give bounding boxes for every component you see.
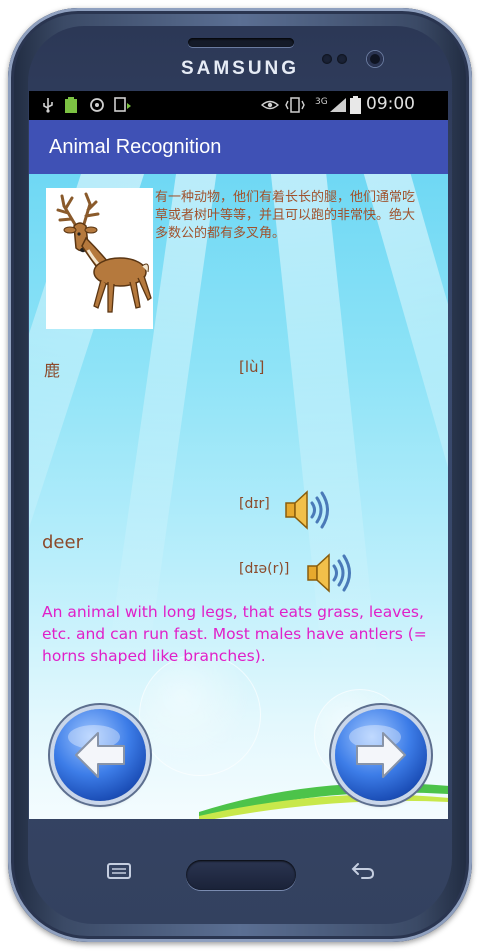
phonetic-uk: [dɪə(r)] xyxy=(239,561,290,577)
next-animal-button[interactable] xyxy=(335,709,427,801)
front-camera-icon xyxy=(367,51,383,67)
screen: 3G 09:00 Animal Recognition 有一种动物，他们有着长长… xyxy=(29,91,448,819)
download-icon xyxy=(114,97,131,112)
eye-icon xyxy=(261,100,279,110)
app-title: Animal Recognition xyxy=(49,136,222,158)
play-us-pronunciation-button[interactable] xyxy=(283,487,331,537)
usb-icon xyxy=(43,98,53,113)
english-word: deer xyxy=(42,532,83,553)
signal-icon xyxy=(330,98,346,112)
app-bar: Animal Recognition xyxy=(29,120,448,174)
home-button[interactable] xyxy=(186,860,296,890)
status-bar: 3G 09:00 xyxy=(29,91,448,120)
light-sensor xyxy=(337,54,347,64)
pinyin-label: [lù] xyxy=(239,358,265,376)
menu-key-icon[interactable] xyxy=(106,862,132,885)
chinese-description: 有一种动物，他们有着长长的腿，他们通常吃草或者树叶等等，并且可以跑的非常快。绝大… xyxy=(155,190,416,241)
status-time: 09:00 xyxy=(366,94,415,114)
arrow-right-icon xyxy=(349,725,406,778)
play-uk-pronunciation-button[interactable] xyxy=(305,550,353,600)
speaker-icon xyxy=(285,490,329,530)
device-brand: SAMSUNG xyxy=(180,58,300,79)
battery-charging-icon xyxy=(65,97,77,113)
battery-icon xyxy=(350,96,361,114)
back-key-icon[interactable] xyxy=(350,860,376,885)
content-area: 有一种动物，他们有着长长的腿，他们通常吃草或者树叶等等，并且可以跑的非常快。绝大… xyxy=(29,174,448,819)
chinese-word: 鹿 xyxy=(44,361,61,380)
sync-icon xyxy=(90,98,104,112)
background-ray xyxy=(359,174,448,661)
deer-illustration-icon xyxy=(56,192,152,313)
network-type-label: 3G xyxy=(315,97,328,107)
vibrate-icon xyxy=(285,97,305,113)
animal-image xyxy=(46,188,153,329)
previous-animal-button[interactable] xyxy=(54,709,146,801)
speaker-icon xyxy=(307,553,351,593)
phonetic-us: [dɪr] xyxy=(239,496,270,512)
earpiece-speaker xyxy=(188,38,294,47)
proximity-sensor xyxy=(322,54,332,64)
arrow-left-icon xyxy=(68,725,125,778)
english-definition: An animal with long legs, that eats gras… xyxy=(42,603,427,665)
